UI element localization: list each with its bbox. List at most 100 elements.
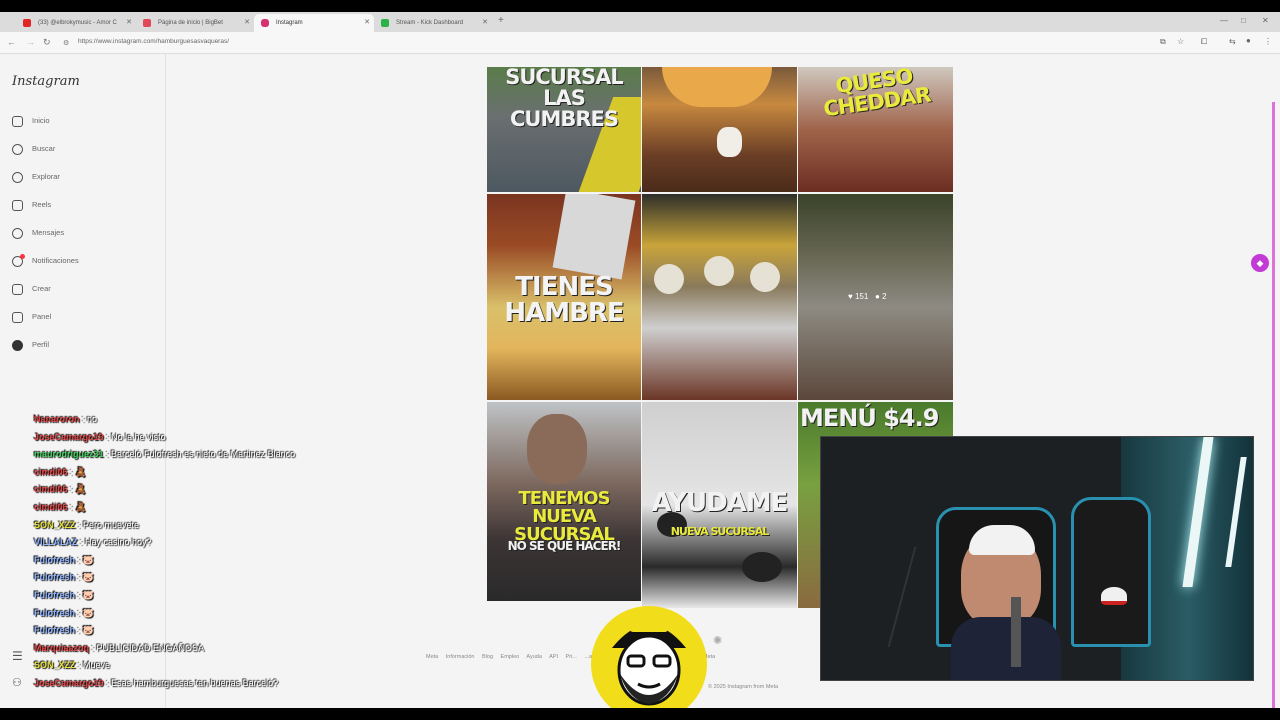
tab-title: Stream - Kick Dashboard xyxy=(396,20,464,26)
post-thumbnail[interactable] xyxy=(642,67,797,192)
home-icon xyxy=(12,116,23,127)
browser-window: (33) @elbrokymusic - Amor C ✕ Página de … xyxy=(0,12,1280,708)
window-close-icon[interactable]: ✕ xyxy=(1262,16,1269,25)
chat-username: SON_XZZ xyxy=(34,660,76,671)
profile-icon[interactable]: ● xyxy=(1246,36,1251,45)
sidebar-item-label: Crear xyxy=(32,284,51,293)
sidebar-item-label: Mensajes xyxy=(32,228,65,237)
sidebar-item-mensajes[interactable]: Mensajes xyxy=(12,226,152,244)
chat-text: : 🐷 xyxy=(77,572,94,583)
chat-message: JoseCamargo19 : No la he visto xyxy=(34,432,374,450)
chat-username: JoseCamargo19 xyxy=(34,677,104,688)
menu-icon[interactable]: ⋮ xyxy=(1264,37,1272,46)
post-thumbnail[interactable]: AYUDAME NUEVA SUCURSAL xyxy=(642,402,797,608)
extension-floating-icon[interactable]: ◆ xyxy=(1251,254,1269,272)
chat-username: Fulofresh xyxy=(34,554,76,565)
back-icon[interactable]: ← xyxy=(7,37,16,47)
chat-text: : PUBLICIDAD ENGAÑOSA xyxy=(91,642,205,653)
chat-username: Fulofresh xyxy=(34,625,76,636)
meta-threads-icon[interactable]: ⚇ xyxy=(12,676,22,689)
tab-instagram[interactable]: Instagram ✕ xyxy=(254,14,374,32)
new-tab-icon[interactable]: + xyxy=(498,15,504,26)
close-icon[interactable]: ✕ xyxy=(482,14,488,32)
comment-icon: ● xyxy=(875,292,880,301)
sidebar-item-label: Reels xyxy=(32,200,52,209)
search-icon xyxy=(12,144,23,155)
chat-message: VILLALAZ : Hay casino hoy? xyxy=(34,537,374,555)
sidebar-item-panel[interactable]: Panel xyxy=(12,310,152,328)
sidebar-item-reels[interactable]: Reels xyxy=(12,198,152,216)
chat-username: JoseCamargo19 xyxy=(34,431,104,442)
chat-username: Fulofresh xyxy=(34,572,76,583)
sidebar-item-perfil[interactable]: Perfil xyxy=(12,338,152,356)
tab-title: (33) @elbrokymusic - Amor C xyxy=(38,20,117,26)
post-thumbnail[interactable]: SUCURSAL LAS CUMBRES xyxy=(487,67,641,192)
close-icon[interactable]: ✕ xyxy=(364,14,370,32)
install-icon[interactable]: ⧉ xyxy=(1160,37,1166,47)
loading-spinner-icon: ✺ xyxy=(713,635,723,647)
site-info-icon[interactable]: ⚙ xyxy=(63,39,69,47)
chat-message: cimdi06 : 🧸 xyxy=(34,467,374,485)
url-field[interactable]: https://www.instagram.com/hamburguesasva… xyxy=(78,38,229,45)
close-icon[interactable]: ✕ xyxy=(244,14,250,32)
tab-youtube[interactable]: (33) @elbrokymusic - Amor C ✕ xyxy=(16,14,136,32)
tab-bigbet[interactable]: Página de inicio | BigBet ✕ xyxy=(136,14,254,32)
post-thumbnail[interactable]: ♥ 151 ● 2 xyxy=(798,194,953,400)
chat-message: cimdi06 : 🧸 xyxy=(34,502,374,520)
chat-message: Marquiaazoq : PUBLICIDAD ENGAÑOSA xyxy=(34,643,374,661)
sidebar-item-label: Explorar xyxy=(32,172,60,181)
post-hover-stats: ♥ 151 ● 2 xyxy=(848,292,887,301)
tab-title: Instagram xyxy=(276,20,303,26)
sidebar-item-buscar[interactable]: Buscar xyxy=(12,142,152,160)
forward-icon[interactable]: → xyxy=(26,37,35,47)
more-menu-icon[interactable]: ☰ xyxy=(12,649,23,663)
extensions-icon[interactable]: ⧠ xyxy=(1201,37,1207,47)
video-letterbox-bottom xyxy=(0,708,1280,720)
post-overlay-text: AYUDAME xyxy=(651,488,789,518)
post-thumbnail[interactable]: TENEMOS NUEVA SUCURSAL NO SE QUÉ HACER! xyxy=(487,402,641,601)
minimize-icon[interactable]: — xyxy=(1220,16,1228,25)
youtube-icon xyxy=(23,19,31,27)
post-overlay-text: TENEMOS NUEVA SUCURSAL xyxy=(514,488,615,545)
chat-username: cimdi06 xyxy=(34,466,68,477)
chat-text: : Pero muevete xyxy=(78,519,140,530)
sidebar-item-explorar[interactable]: Explorar xyxy=(12,170,152,188)
chat-text: : No la he visto xyxy=(106,431,166,442)
likes-count: 151 xyxy=(854,292,869,301)
kick-icon xyxy=(381,19,389,27)
chat-message: maurodriguez31 : Barceló Fulofresh es ni… xyxy=(34,449,374,467)
sidebar-item-crear[interactable]: Crear xyxy=(12,282,152,300)
sidebar-item-label: Panel xyxy=(32,312,52,321)
sidebar-item-label: Notificaciones xyxy=(32,256,79,265)
sidebar-icon[interactable]: ⇆ xyxy=(1229,37,1236,46)
tab-kick[interactable]: Stream - Kick Dashboard ✕ xyxy=(374,14,492,32)
chat-message: SON_XZZ : Mueve xyxy=(34,660,374,678)
chat-text: : no xyxy=(82,414,98,424)
chat-text: : Mueve xyxy=(78,660,111,671)
post-thumbnail[interactable]: QUESO CHEDDAR xyxy=(798,67,953,192)
scrollbar[interactable] xyxy=(1270,96,1278,708)
maximize-icon[interactable]: □ xyxy=(1241,16,1246,25)
sidebar-item-label: Inicio xyxy=(32,116,50,125)
compass-icon xyxy=(12,172,23,183)
chat-message: cimdi06 : 🧸 xyxy=(34,484,374,502)
post-thumbnail[interactable] xyxy=(642,194,797,400)
sidebar-item-inicio[interactable]: Inicio xyxy=(12,114,152,132)
reload-icon[interactable]: ↻ xyxy=(43,37,51,48)
sidebar-item-label: Buscar xyxy=(32,144,56,153)
post-overlay-text: QUESO CHEDDAR xyxy=(821,67,932,122)
close-icon[interactable]: ✕ xyxy=(126,14,132,32)
tab-bar: (33) @elbrokymusic - Amor C ✕ Página de … xyxy=(0,12,1280,32)
post-thumbnail[interactable]: TIENES HAMBRE xyxy=(487,194,641,400)
chat-message: Fulofresh : 🐷 xyxy=(34,608,374,626)
sidebar-item-notificaciones[interactable]: Notificaciones xyxy=(12,254,152,272)
avatar-icon xyxy=(12,340,23,351)
tab-title: Página de inicio | BigBet xyxy=(158,20,223,26)
chat-text: : 🐷 xyxy=(77,554,94,565)
chat-text: : 🧸 xyxy=(70,484,87,495)
chat-message: Nanaroron : no xyxy=(34,414,374,432)
heart-icon: ♥ xyxy=(848,292,853,301)
instagram-logo[interactable]: Instagram xyxy=(12,74,80,89)
bookmark-star-icon[interactable]: ☆ xyxy=(1177,37,1184,46)
chat-message: JoseCamargo19 : Esas hamburguesas tan bu… xyxy=(34,678,374,696)
